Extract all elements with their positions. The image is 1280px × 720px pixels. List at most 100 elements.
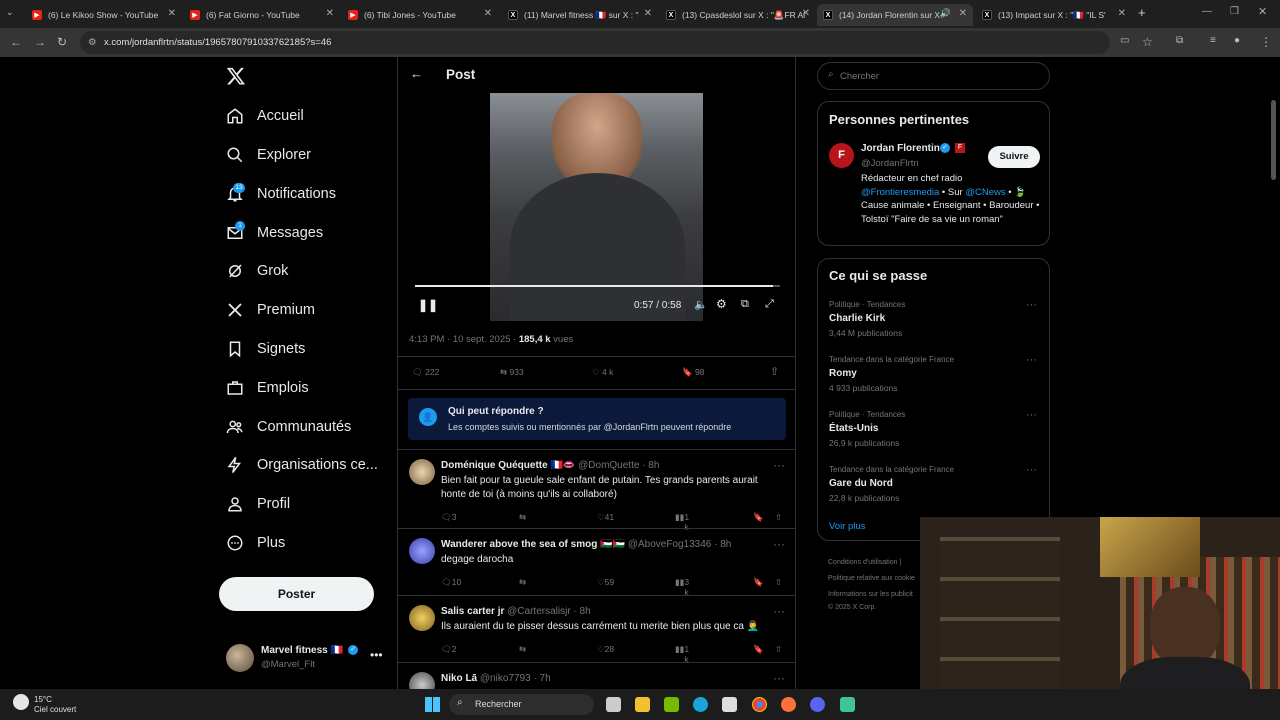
fullscreen-icon[interactable]: ⤢ <box>765 298 774 311</box>
share-icon[interactable]: ⇧ <box>775 644 782 655</box>
tab-1[interactable]: ▶ (6) Le Kikoo Show - YouTube ✕ <box>26 4 182 26</box>
more-icon[interactable]: ··· <box>773 671 785 685</box>
back-arrow-icon[interactable]: ← <box>410 66 423 81</box>
video-player[interactable]: ❚❚ 0:57 / 0:58 🔈 ⚙ ⧉ ⤢ <box>408 93 787 321</box>
bookmark-button[interactable]: 🔖 98 <box>682 367 704 378</box>
back-icon[interactable]: ← <box>10 35 22 49</box>
bio-link[interactable]: @Frontieresmedia <box>861 187 939 198</box>
account-switcher[interactable]: Marvel fitness 🇫🇷 ✓ @Marvel_Flt ••• <box>226 642 386 674</box>
reply-item[interactable]: Doménique Quéquette 🇫🇷👄 @DomQuette · 8h … <box>398 450 795 532</box>
see-more-link[interactable]: Voir plus <box>829 521 865 532</box>
minimize-icon[interactable]: — <box>1202 6 1212 17</box>
trend-item[interactable]: Tendance dans la catégorie France Gare d… <box>818 462 1049 512</box>
tab-2[interactable]: ▶ (6) Fat Giorno - YouTube ✕ <box>184 4 340 26</box>
nvidia-icon[interactable] <box>664 697 679 712</box>
sidebar-item-accueil[interactable]: Accueil <box>226 102 304 130</box>
reply-button[interactable]: 🗨 3 <box>441 512 457 523</box>
more-icon[interactable]: ··· <box>1026 464 1037 476</box>
close-window-icon[interactable]: ✕ <box>1258 5 1267 18</box>
like-button[interactable]: ♡ 59 <box>597 577 614 588</box>
close-icon[interactable]: ✕ <box>326 8 334 19</box>
more-icon[interactable]: ··· <box>773 458 785 472</box>
bio-link[interactable]: @CNews <box>965 187 1005 198</box>
tab-7[interactable]: X (13) Impact sur X : "🇫🇷 "IL S' ✕ <box>976 4 1132 26</box>
reply-button[interactable]: 🗨 2 <box>441 644 457 655</box>
bookmark-icon[interactable]: 🔖 <box>753 512 764 523</box>
follow-button[interactable]: Suivre <box>988 146 1040 168</box>
bookmark-icon[interactable]: 🔖 <box>753 577 764 588</box>
reload-icon[interactable]: ↻ <box>57 35 67 49</box>
like-button[interactable]: ♡ 41 <box>597 512 614 523</box>
app-icon[interactable] <box>840 697 855 712</box>
more-icon[interactable]: ••• <box>370 648 383 662</box>
more-icon[interactable]: ··· <box>1026 354 1037 366</box>
views-button[interactable]: ▮▮ 1 k <box>675 512 689 532</box>
weather-icon[interactable] <box>13 694 29 710</box>
sidebar-item-explorer[interactable]: Explorer <box>226 141 311 169</box>
footer-link[interactable]: Informations sur les publicit <box>828 591 913 598</box>
close-icon[interactable]: ✕ <box>1118 8 1126 19</box>
firefox-icon[interactable] <box>781 697 796 712</box>
sidebar-item-profil[interactable]: Profil <box>226 490 290 518</box>
avatar[interactable]: F <box>829 143 854 168</box>
tab-5[interactable]: X (13) Cpasdeslol sur X : "🚨FR Al ✕ <box>660 4 816 26</box>
task-view-icon[interactable] <box>606 697 621 712</box>
bookmark-star-icon[interactable]: ☆ <box>1142 35 1153 49</box>
close-icon[interactable]: ✕ <box>484 8 492 19</box>
tab-6-active[interactable]: X (14) Jordan Florentin sur X 🔊 ✕ <box>817 4 973 26</box>
extensions-icon[interactable]: ⧉ <box>1176 35 1183 46</box>
more-icon[interactable]: ··· <box>773 537 785 551</box>
views-button[interactable]: ▮▮ 1 k <box>675 644 689 664</box>
like-button[interactable]: ♡ 4 k <box>592 367 613 378</box>
poster-button[interactable]: Poster <box>219 577 374 611</box>
reply-item[interactable]: Salis carter jr @Cartersalisjr · 8h ··· … <box>398 596 795 664</box>
edge-icon[interactable] <box>693 697 708 712</box>
person-name[interactable]: Jordan Florentin <box>861 143 940 154</box>
volume-icon[interactable]: 🔈 <box>694 298 708 311</box>
repost-button[interactable]: ⇆ 933 <box>500 367 524 378</box>
url-field[interactable]: ⚙ x.com/jordanflrtn/status/19657807910337… <box>80 31 1110 54</box>
sidebar-item-plus[interactable]: Plus <box>226 529 285 557</box>
new-tab-icon[interactable]: + <box>1138 5 1146 20</box>
store-icon[interactable] <box>722 697 737 712</box>
search-box[interactable]: ⌕ Chercher <box>817 62 1050 90</box>
like-button[interactable]: ♡ 28 <box>597 644 614 655</box>
video-progress-track[interactable] <box>415 285 780 287</box>
reply-item[interactable]: Wanderer above the sea of smog 🇵🇸🇵🇸 @Abo… <box>398 529 795 597</box>
windows-start-icon[interactable] <box>425 697 440 712</box>
file-explorer-icon[interactable] <box>635 697 650 712</box>
x-logo-icon[interactable] <box>226 66 246 86</box>
close-icon[interactable]: ✕ <box>168 8 176 19</box>
install-icon[interactable]: ▭ <box>1120 35 1129 46</box>
trend-item[interactable]: Tendance dans la catégorie France Romy 4… <box>818 352 1049 402</box>
profile-icon[interactable]: ● <box>1234 35 1240 46</box>
pip-icon[interactable]: ⧉ <box>741 298 749 311</box>
share-icon[interactable]: ⇧ <box>775 577 782 588</box>
tab-4[interactable]: X (11) Marvel fitness 🇫🇷 sur X : " ✕ <box>502 4 658 26</box>
views-button[interactable]: ▮▮ 3 k <box>675 577 689 597</box>
chrome-icon[interactable] <box>752 697 767 712</box>
tab-3[interactable]: ▶ (6) Tibi Jones - YouTube ✕ <box>342 4 498 26</box>
sidebar-item-emplois[interactable]: Emplois <box>226 374 309 402</box>
repost-button[interactable]: ⇆ <box>519 644 526 655</box>
share-icon[interactable]: ⇧ <box>775 512 782 523</box>
share-icon[interactable]: ⇧ <box>770 365 779 378</box>
settings-icon[interactable]: ⚙ <box>716 297 727 311</box>
taskbar-search[interactable]: ⌕ Rechercher <box>449 694 594 715</box>
close-icon[interactable]: ✕ <box>644 8 652 19</box>
menu-icon[interactable]: ⋮ <box>1260 35 1272 49</box>
forward-icon[interactable]: → <box>34 35 46 49</box>
reply-button[interactable]: 🗨 222 <box>412 367 439 378</box>
speaker-icon[interactable]: 🔊 <box>940 8 951 19</box>
maximize-icon[interactable]: ❐ <box>1230 6 1239 17</box>
pause-icon[interactable]: ❚❚ <box>418 298 438 312</box>
trend-item[interactable]: Politique · Tendances Charlie Kirk 3,44 … <box>818 297 1049 347</box>
discord-icon[interactable] <box>810 697 825 712</box>
close-icon[interactable]: ✕ <box>959 8 967 19</box>
scrollbar[interactable] <box>1271 100 1276 180</box>
close-icon[interactable]: ✕ <box>802 8 810 19</box>
reply-button[interactable]: 🗨 10 <box>441 577 461 588</box>
trend-item[interactable]: Politique · Tendances États-Unis 26,9 k … <box>818 407 1049 457</box>
site-info-icon[interactable]: ⚙ <box>88 31 97 54</box>
sidebar-item-premium[interactable]: Premium <box>226 296 315 324</box>
